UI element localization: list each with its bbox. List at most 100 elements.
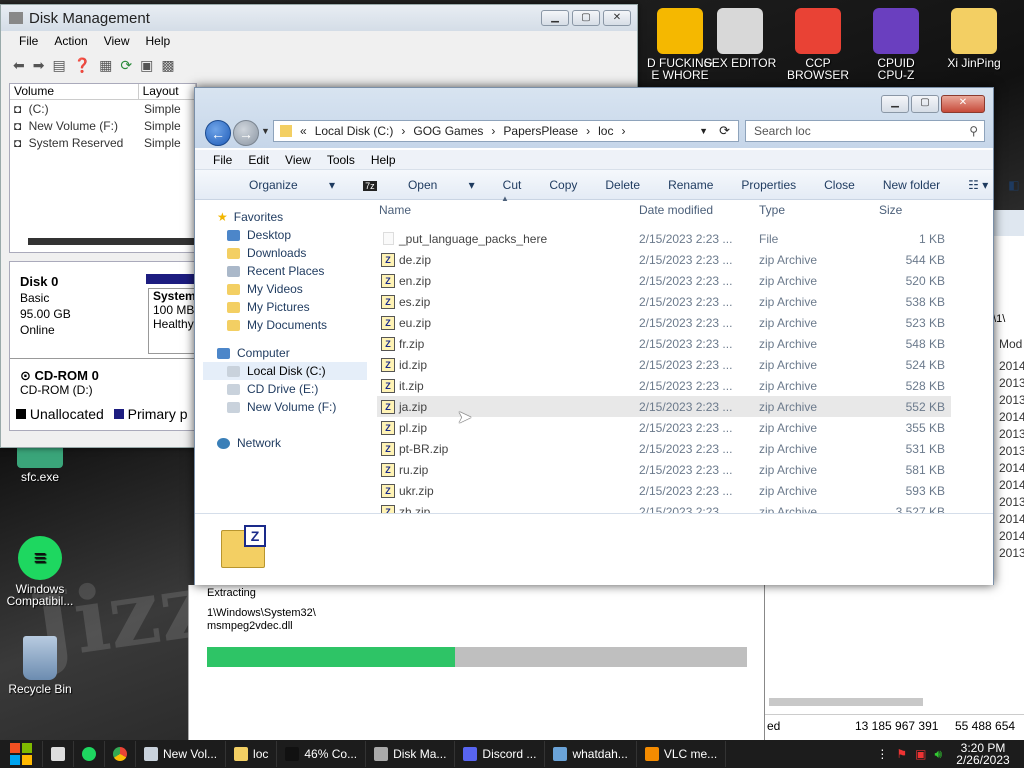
nav-network[interactable]: Network <box>203 434 367 452</box>
file-row[interactable]: Zid.zip 2/15/2023 2:23 ... zip Archive 524 … <box>377 354 951 375</box>
nav-fav-item[interactable]: My Pictures <box>203 298 367 316</box>
view-options-icon[interactable]: ☷ ▾ <box>940 178 988 192</box>
taskbar-item-disk-mgmt[interactable]: Disk Ma... <box>366 741 456 767</box>
desktop-icon-hxd-icon[interactable]: SEX EDITOR <box>700 8 780 69</box>
col-name[interactable]: Name <box>379 203 411 217</box>
file-row[interactable]: Zru.zip 2/15/2023 2:23 ... zip Archive 581 … <box>377 459 951 480</box>
minimize-button[interactable]: ▁ <box>881 95 909 113</box>
disk-mgmt-titlebar[interactable]: Disk Management ▁ ▢ ✕ <box>1 5 637 31</box>
desktop-icon-recycle-bin[interactable]: Recycle Bin <box>0 636 80 695</box>
properties-icon[interactable]: ▩ <box>161 57 174 74</box>
new-folder-button[interactable]: New folder <box>855 178 940 192</box>
copy-button[interactable]: Copy <box>521 178 577 192</box>
explorer-titlebar[interactable]: ▁ ▢ ✕ ← → ▼ « Local Disk (C:) › GOG Games… <box>195 88 993 148</box>
preview-pane-icon[interactable]: ◧ <box>988 178 1019 192</box>
rescan-icon[interactable]: ▣ <box>140 57 153 74</box>
desktop-icon-cpuz-icon[interactable]: CPUID CPU-Z <box>856 8 936 81</box>
close-button[interactable]: ✕ <box>941 95 985 113</box>
nav-fav-item[interactable]: My Documents <box>203 316 367 334</box>
minimize-button[interactable]: ▁ <box>541 10 569 26</box>
console-tree-icon[interactable]: ▤ <box>52 57 65 74</box>
system-partition[interactable]: System 100 MB Healthy <box>148 288 198 354</box>
address-bar[interactable]: « Local Disk (C:) › GOG Games › PapersPlea… <box>273 120 739 142</box>
file-row[interactable]: Zpt-BR.zip 2/15/2023 2:23 ... zip Archive 5… <box>377 438 951 459</box>
open-button[interactable]: 7z Open ▾ <box>335 178 475 192</box>
forward-arrow-icon[interactable]: ➡ <box>33 57 45 74</box>
breadcrumb-sep[interactable]: › <box>621 124 625 138</box>
breadcrumb-sep[interactable]: › <box>491 124 495 138</box>
nav-drive-item[interactable]: Local Disk (C:) <box>203 362 367 380</box>
col-layout[interactable]: Layout <box>139 84 196 99</box>
cut-button[interactable]: Cut <box>475 178 522 192</box>
col-date-modified[interactable]: Date modified <box>639 203 713 217</box>
close-cmd-button[interactable]: Close <box>796 178 855 192</box>
flag-icon[interactable]: ⚑ <box>896 747 907 761</box>
taskbar-item-drive[interactable]: New Vol... <box>136 741 227 767</box>
right-window-column[interactable]: Mod <box>999 337 1022 351</box>
properties-button[interactable]: Properties <box>713 178 796 192</box>
col-size[interactable]: Size <box>879 203 902 217</box>
search-icon[interactable]: ⚲ <box>969 121 978 141</box>
taskbar-item-vlc[interactable]: VLC me... <box>637 741 727 767</box>
clock[interactable]: 3:20 PM 2/26/2023 <box>950 742 1016 766</box>
file-row[interactable]: Zukr.zip 2/15/2023 2:23 ... zip Archive 593… <box>377 480 951 501</box>
horizontal-scrollbar[interactable] <box>28 238 196 245</box>
nav-fav-item[interactable]: My Videos <box>203 280 367 298</box>
col-type[interactable]: Type <box>759 203 785 217</box>
desktop-icon-sfc[interactable]: sfc.exe <box>0 448 80 483</box>
taskbar-item-7zip[interactable]: 46% Co... <box>277 741 367 767</box>
menu-file[interactable]: File <box>213 153 232 167</box>
volume-row[interactable]: ◘ (C:) Simple <box>10 100 196 117</box>
extraction-progress-window[interactable]: Extracting 1\Windows\System32\ msmpeg2vd… <box>188 585 766 740</box>
menu-tools[interactable]: Tools <box>327 153 355 167</box>
address-dropdown-icon[interactable]: ▼ <box>699 126 708 136</box>
breadcrumb-sep[interactable]: › <box>401 124 405 138</box>
menu-file[interactable]: File <box>19 34 38 48</box>
file-row[interactable]: Zit.zip 2/15/2023 2:23 ... zip Archive 528 … <box>377 375 951 396</box>
taskbar-item-discord[interactable]: Discord ... <box>455 741 546 767</box>
nav-computer[interactable]: Computer <box>203 344 367 362</box>
search-input[interactable]: Search loc ⚲ <box>745 120 985 142</box>
quicklaunch-show-desktop[interactable] <box>43 741 74 767</box>
file-row[interactable]: Zen.zip 2/15/2023 2:23 ... zip Archive 520 … <box>377 270 951 291</box>
refresh-icon[interactable]: ⟳ <box>120 57 132 74</box>
menu-view[interactable]: View <box>104 34 130 48</box>
menu-view[interactable]: View <box>285 153 311 167</box>
breadcrumb-gog-games[interactable]: GOG Games <box>413 124 483 138</box>
maximize-button[interactable]: ▢ <box>911 95 939 113</box>
nav-drive-item[interactable]: New Volume (F:) <box>203 398 367 416</box>
list-view-icon[interactable]: ▦ <box>99 57 112 74</box>
nav-favorites[interactable]: ★ Favorites <box>203 208 367 226</box>
nav-fav-item[interactable]: Desktop <box>203 226 367 244</box>
menu-help[interactable]: Help <box>146 34 171 48</box>
delete-button[interactable]: Delete <box>577 178 640 192</box>
help-icon[interactable]: ❓ <box>74 57 91 74</box>
menu-help[interactable]: Help <box>371 153 396 167</box>
close-button[interactable]: ✕ <box>603 10 631 26</box>
quicklaunch-spotify[interactable] <box>74 741 105 767</box>
taskbar-item-folder[interactable]: loc <box>226 741 278 767</box>
menu-edit[interactable]: Edit <box>248 153 269 167</box>
file-row[interactable]: Zfr.zip 2/15/2023 2:23 ... zip Archive 548 … <box>377 333 951 354</box>
nav-drive-item[interactable]: CD Drive (E:) <box>203 380 367 398</box>
menu-action[interactable]: Action <box>54 34 87 48</box>
rename-button[interactable]: Rename <box>640 178 713 192</box>
volume-row[interactable]: ◘ New Volume (F:) Simple <box>10 117 196 134</box>
taskbar-item-image[interactable]: whatdah... <box>545 741 637 767</box>
right-window-scrollbar[interactable] <box>769 698 923 706</box>
back-button[interactable]: ← <box>205 120 231 146</box>
maximize-button[interactable]: ▢ <box>572 10 600 26</box>
breadcrumb-loc[interactable]: loc <box>598 124 613 138</box>
start-button[interactable] <box>0 741 43 767</box>
quicklaunch-chrome[interactable] <box>105 741 136 767</box>
forward-button[interactable]: → <box>233 120 259 146</box>
file-row[interactable]: Zes.zip 2/15/2023 2:23 ... zip Archive 538 … <box>377 291 951 312</box>
nav-fav-item[interactable]: Downloads <box>203 244 367 262</box>
recent-pages-chevron-icon[interactable]: ▼ <box>261 126 270 136</box>
desktop-icon-chrome-icon[interactable]: CCP BROWSER <box>778 8 858 81</box>
desktop-icon-folder-user-icon[interactable]: Xi JinPing <box>934 8 1014 69</box>
breadcrumb-local-disk[interactable]: Local Disk (C:) <box>315 124 394 138</box>
volume-row[interactable]: ◘ System Reserved Simple <box>10 134 196 151</box>
explorer-window[interactable]: ▁ ▢ ✕ ← → ▼ « Local Disk (C:) › GOG Games… <box>194 87 1020 585</box>
desktop-icon-windows-compat[interactable]: ≡ Windows Compatibil... <box>0 536 80 607</box>
